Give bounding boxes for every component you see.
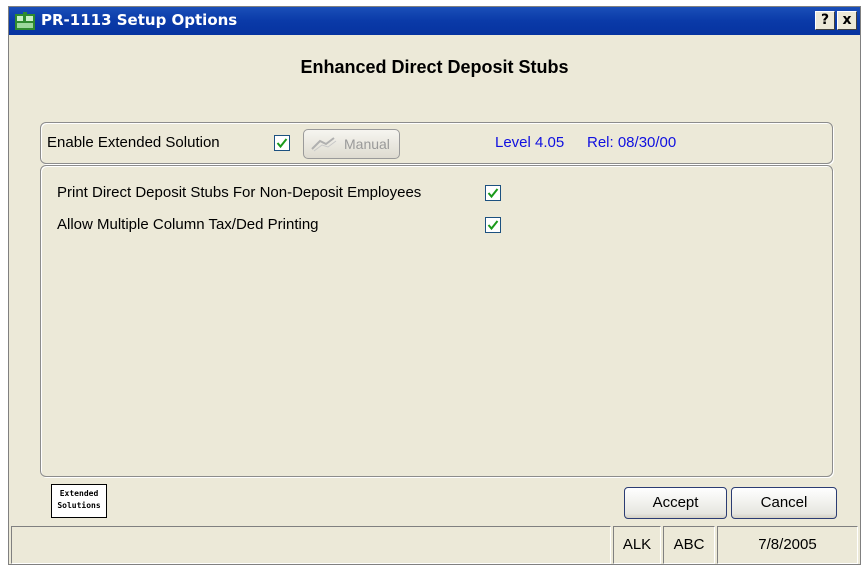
logo-line1: Extended bbox=[59, 489, 99, 498]
checkmark-icon bbox=[487, 220, 499, 231]
print-stubs-checkbox[interactable] bbox=[485, 185, 501, 201]
accept-button[interactable]: Accept bbox=[624, 487, 727, 519]
page-heading: Enhanced Direct Deposit Stubs bbox=[300, 57, 569, 77]
level-text: Level 4.05 bbox=[495, 134, 565, 151]
manual-button[interactable]: Manual bbox=[303, 129, 400, 159]
manual-icon bbox=[311, 137, 337, 152]
enable-extended-label: Enable Extended Solution bbox=[47, 134, 220, 151]
options-frame bbox=[40, 165, 833, 477]
extended-solutions-logo: Extended Solutions bbox=[51, 484, 107, 518]
cancel-button[interactable]: Cancel bbox=[731, 487, 837, 519]
checkmark-icon bbox=[276, 138, 288, 149]
window-title: PR-1113 Setup Options bbox=[41, 11, 238, 29]
status-company: ABC bbox=[663, 526, 715, 564]
multi-column-checkbox[interactable] bbox=[485, 217, 501, 233]
enable-extended-checkbox[interactable] bbox=[274, 135, 290, 151]
logo-line2: Solutions bbox=[57, 501, 101, 510]
status-bar: ALK ABC 7/8/2005 bbox=[9, 526, 860, 564]
app-icon bbox=[15, 12, 35, 30]
setup-options-window: PR-1113 Setup Options ? x Enhanced Direc… bbox=[8, 6, 861, 565]
close-button[interactable]: x bbox=[837, 11, 857, 30]
option-label-print-stubs: Print Direct Deposit Stubs For Non-Depos… bbox=[57, 184, 422, 201]
release-text: Rel: 08/30/00 bbox=[587, 134, 677, 151]
status-date: 7/8/2005 bbox=[717, 526, 858, 564]
manual-button-label: Manual bbox=[344, 136, 390, 152]
title-bar[interactable]: PR-1113 Setup Options ? x bbox=[9, 7, 860, 35]
status-message bbox=[11, 526, 611, 564]
status-user: ALK bbox=[613, 526, 661, 564]
checkmark-icon bbox=[487, 188, 499, 199]
help-button[interactable]: ? bbox=[815, 11, 835, 30]
option-label-multi-column: Allow Multiple Column Tax/Ded Printing bbox=[57, 216, 319, 233]
